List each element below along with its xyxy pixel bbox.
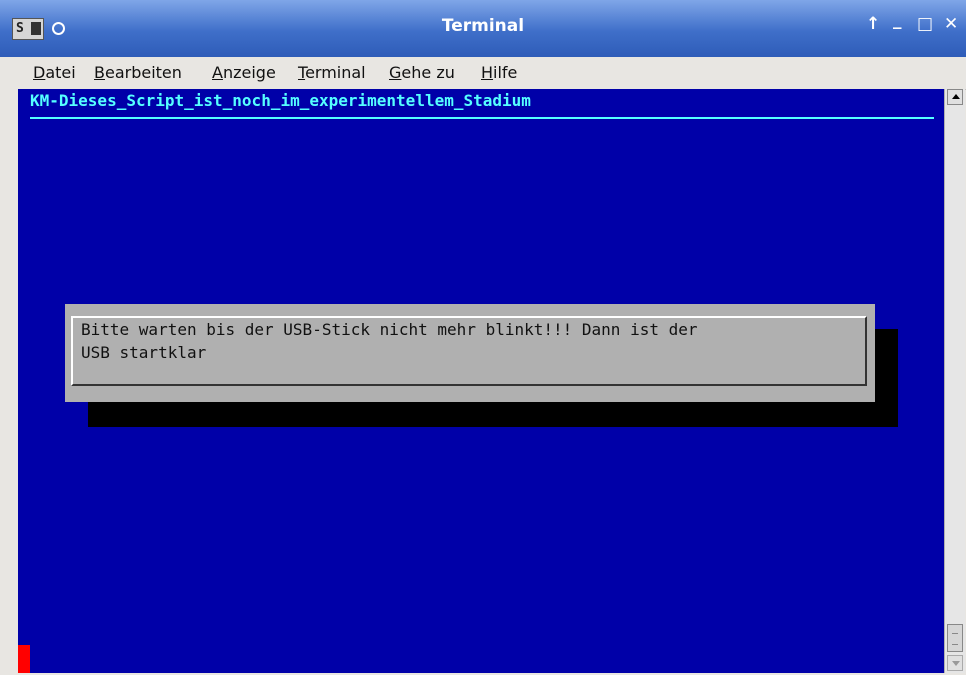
- vertical-scrollbar[interactable]: [944, 89, 965, 673]
- dialog-backtitle: KM-Dieses_Script_ist_noch_im_experimente…: [30, 91, 531, 110]
- menu-gehe-zu[interactable]: Gehe zu: [389, 63, 455, 82]
- message-line-2: USB startklar: [81, 343, 207, 362]
- window-frame-left: [0, 89, 18, 675]
- scroll-up-arrow-icon[interactable]: [947, 89, 963, 105]
- menu-anzeige[interactable]: Anzeige: [212, 63, 276, 82]
- close-button[interactable]: ✕: [944, 14, 958, 34]
- terminal-window: S Terminal ↑ _ □ ✕ Datei Bearbeiten Anze…: [0, 0, 966, 675]
- infobox-dialog: Bitte warten bis der USB-Stick nicht meh…: [65, 304, 875, 402]
- maximize-button[interactable]: □: [917, 14, 933, 34]
- menu-datei[interactable]: Datei: [33, 63, 76, 82]
- menu-hilfe[interactable]: Hilfe: [481, 63, 517, 82]
- scroll-down-arrow-icon[interactable]: [947, 655, 963, 671]
- infobox-message: Bitte warten bis der USB-Stick nicht meh…: [81, 318, 851, 364]
- menu-bar: Datei Bearbeiten Anzeige Terminal Gehe z…: [0, 57, 966, 90]
- menu-bearbeiten[interactable]: Bearbeiten: [94, 63, 182, 82]
- window-title: Terminal: [441, 16, 525, 36]
- backtitle-rule: [30, 117, 934, 119]
- scrollbar-thumb[interactable]: [947, 624, 963, 652]
- shade-button[interactable]: ↑: [866, 14, 880, 34]
- text-cursor: [18, 645, 30, 673]
- title-bar[interactable]: S Terminal ↑ _ □ ✕: [0, 0, 966, 57]
- minimize-button[interactable]: _: [893, 10, 902, 30]
- terminal-area[interactable]: KM-Dieses_Script_ist_noch_im_experimente…: [18, 89, 944, 673]
- menu-terminal[interactable]: Terminal: [298, 63, 366, 82]
- message-line-1: Bitte warten bis der USB-Stick nicht meh…: [81, 320, 698, 339]
